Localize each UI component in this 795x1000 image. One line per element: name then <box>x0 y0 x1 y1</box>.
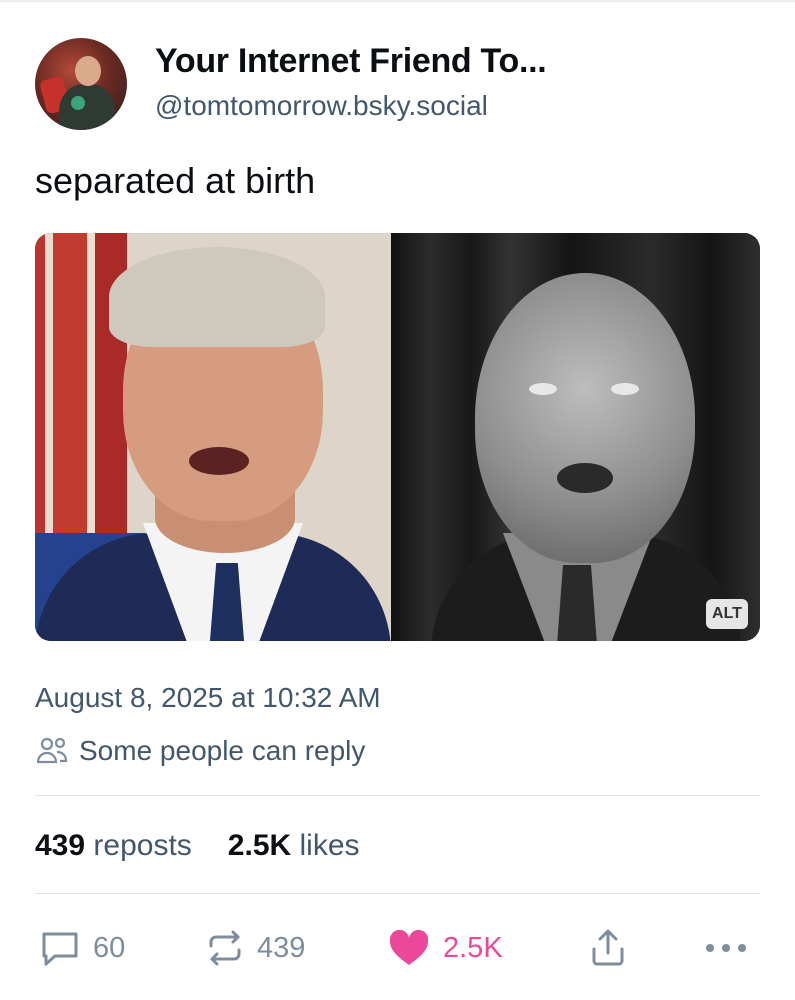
author-avatar[interactable] <box>35 38 127 130</box>
reposts-stat[interactable]: 439 reposts <box>35 829 192 863</box>
top-border <box>0 0 795 2</box>
avatar-body <box>59 84 115 130</box>
heart-icon <box>389 929 429 965</box>
post-timestamp[interactable]: August 8, 2025 at 10:32 AM <box>35 682 381 714</box>
alt-text-button[interactable]: ALT <box>706 599 748 629</box>
author-handle[interactable]: @tomtomorrow.bsky.social <box>155 90 488 122</box>
likes-stat[interactable]: 2.5K likes <box>228 829 360 863</box>
reply-setting-label: Some people can reply <box>79 735 366 766</box>
image-left-photo <box>35 233 391 641</box>
right-tie <box>557 565 597 641</box>
left-mouth <box>189 447 249 475</box>
reply-setting[interactable]: Some people can reply <box>35 735 365 767</box>
avatar-head <box>75 56 101 86</box>
reposts-count: 439 <box>35 829 86 862</box>
divider <box>35 893 760 894</box>
image-right-photo <box>391 233 760 641</box>
left-hair <box>109 247 325 347</box>
people-icon <box>36 737 68 764</box>
right-eye-left <box>529 383 557 395</box>
right-head <box>475 273 695 563</box>
divider <box>35 795 760 796</box>
right-mouth <box>557 463 613 493</box>
more-options-button[interactable] <box>703 920 749 976</box>
post-stats: 439 reposts 2.5K likes <box>35 829 360 863</box>
like-count: 2.5K <box>443 931 503 964</box>
share-icon <box>592 929 624 966</box>
post-text: separated at birth <box>35 160 316 201</box>
repost-arrows-icon <box>209 930 241 966</box>
reply-count: 60 <box>93 931 126 964</box>
author-display-name[interactable]: Your Internet Friend To... <box>155 42 547 81</box>
share-button[interactable] <box>588 920 628 976</box>
likes-count: 2.5K <box>227 829 292 862</box>
repost-button[interactable]: 439 <box>205 920 305 976</box>
speech-bubble-icon <box>42 932 78 966</box>
post-image[interactable]: ALT <box>35 233 760 641</box>
ellipsis-icon <box>706 944 746 952</box>
post-actions: 60 439 2.5K <box>35 920 760 976</box>
likes-label: likes <box>299 829 360 862</box>
right-eye-right <box>611 383 639 395</box>
repost-count: 439 <box>257 931 306 964</box>
reposts-label: reposts <box>93 829 192 862</box>
avatar-shirt-logo <box>71 96 85 110</box>
reply-button[interactable]: 60 <box>39 920 125 976</box>
like-button[interactable]: 2.5K <box>387 920 503 976</box>
